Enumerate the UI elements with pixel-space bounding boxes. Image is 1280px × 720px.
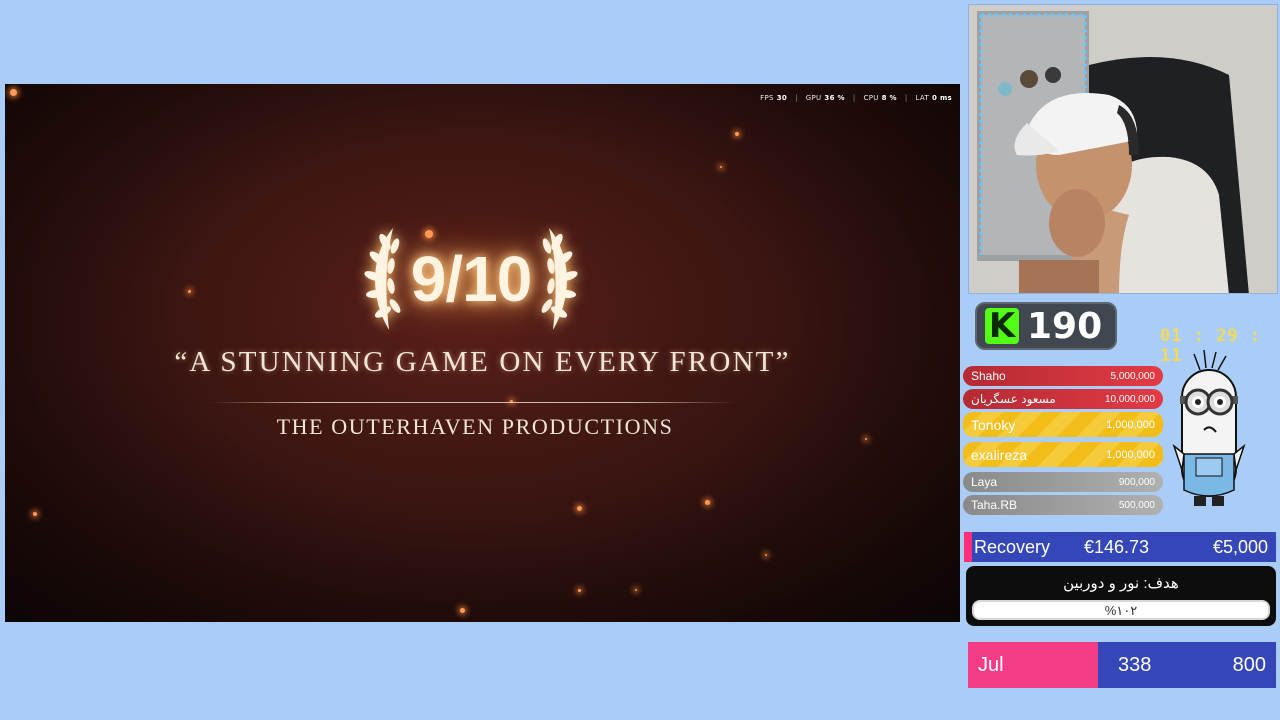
streamer-webcam-image bbox=[969, 5, 1277, 293]
month-label: Jul bbox=[968, 642, 1098, 688]
minion-mascot-icon bbox=[1172, 349, 1246, 506]
monthly-current: 338 bbox=[1118, 653, 1152, 676]
recovery-goal-bar: Recovery €146.73 €5,000 bbox=[964, 532, 1276, 562]
recovery-target: €5,000 bbox=[1212, 536, 1268, 557]
ember bbox=[33, 512, 37, 516]
donor-name: Laya bbox=[971, 475, 998, 489]
viewer-count: 190 bbox=[1027, 305, 1103, 347]
donation-goal-widget: هدف: نور و دوربین %۱۰۲ bbox=[966, 566, 1276, 626]
review-score: 9/10 bbox=[410, 243, 533, 315]
ember bbox=[635, 589, 637, 591]
ember bbox=[188, 290, 191, 293]
donor-amount: 900,000 bbox=[1118, 476, 1155, 488]
review-quote: “A STUNNING GAME ON EVERY FRONT” bbox=[174, 346, 791, 378]
donor-row: مسعود عسگریان 10,000,000 bbox=[963, 389, 1163, 409]
donor-amount: 5,000,000 bbox=[1110, 370, 1156, 382]
recovery-label: Recovery bbox=[974, 536, 1051, 557]
monthly-target: 800 bbox=[1232, 653, 1266, 676]
donor-leaderboard: Shaho 5,000,000 مسعود عسگریان 10,000,000… bbox=[963, 366, 1163, 518]
donor-name: Shaho bbox=[971, 369, 1006, 383]
latency-readout: LAT 0 ms bbox=[915, 94, 952, 102]
review-score-badge: 9/10 bbox=[355, 222, 587, 338]
ember bbox=[578, 589, 581, 592]
goal-percent: %۱۰۲ bbox=[1104, 603, 1138, 618]
game-capture: FPS 30 | GPU 36 % | CPU 8 % | LAT 0 ms 9… bbox=[5, 84, 960, 622]
ember bbox=[765, 554, 767, 556]
donor-amount: 500,000 bbox=[1118, 499, 1155, 511]
recovery-current: €146.73 bbox=[1084, 536, 1150, 557]
ember bbox=[460, 608, 465, 613]
donor-name: مسعود عسگریان bbox=[971, 392, 1056, 406]
ember bbox=[720, 166, 722, 168]
performance-overlay: FPS 30 | GPU 36 % | CPU 8 % | LAT 0 ms bbox=[760, 94, 952, 102]
donor-amount: 1,000,000 bbox=[1106, 448, 1155, 461]
donor-amount: 1,000,000 bbox=[1106, 418, 1155, 431]
donor-row: Tonoky 1,000,000 bbox=[963, 412, 1163, 437]
ember bbox=[577, 506, 582, 511]
kick-viewer-badge: K 190 bbox=[975, 302, 1117, 350]
kick-logo-icon: K bbox=[985, 308, 1019, 344]
monthly-sub-goal-bar: Jul 338 800 bbox=[968, 642, 1276, 688]
donor-name: Taha.RB bbox=[971, 498, 1018, 512]
donor-name: Tonoky bbox=[971, 416, 1016, 433]
webcam-feed bbox=[968, 4, 1278, 294]
donor-row: Taha.RB 500,000 bbox=[963, 495, 1163, 515]
review-source: THE OUTERHAVEN PRODUCTIONS bbox=[276, 414, 674, 439]
recovery-accent bbox=[964, 532, 972, 562]
gpu-readout: GPU 36 % bbox=[805, 94, 845, 102]
quote-divider bbox=[210, 402, 735, 403]
cpu-readout: CPU 8 % bbox=[863, 94, 897, 102]
donor-row: Shaho 5,000,000 bbox=[963, 366, 1163, 386]
ember bbox=[10, 89, 17, 96]
donor-amount: 10,000,000 bbox=[1104, 393, 1155, 405]
fps-readout: FPS 30 bbox=[760, 94, 788, 102]
ember bbox=[705, 500, 710, 505]
donor-row: exalireza 1,000,000 bbox=[963, 442, 1163, 467]
goal-progress-bar: %۱۰۲ bbox=[972, 600, 1270, 620]
goal-title: هدف: نور و دوربین bbox=[1063, 575, 1179, 592]
donor-name: exalireza bbox=[971, 446, 1028, 463]
donor-row: Laya 900,000 bbox=[963, 472, 1163, 492]
ember bbox=[735, 132, 739, 136]
minion-mascot bbox=[1170, 349, 1248, 510]
